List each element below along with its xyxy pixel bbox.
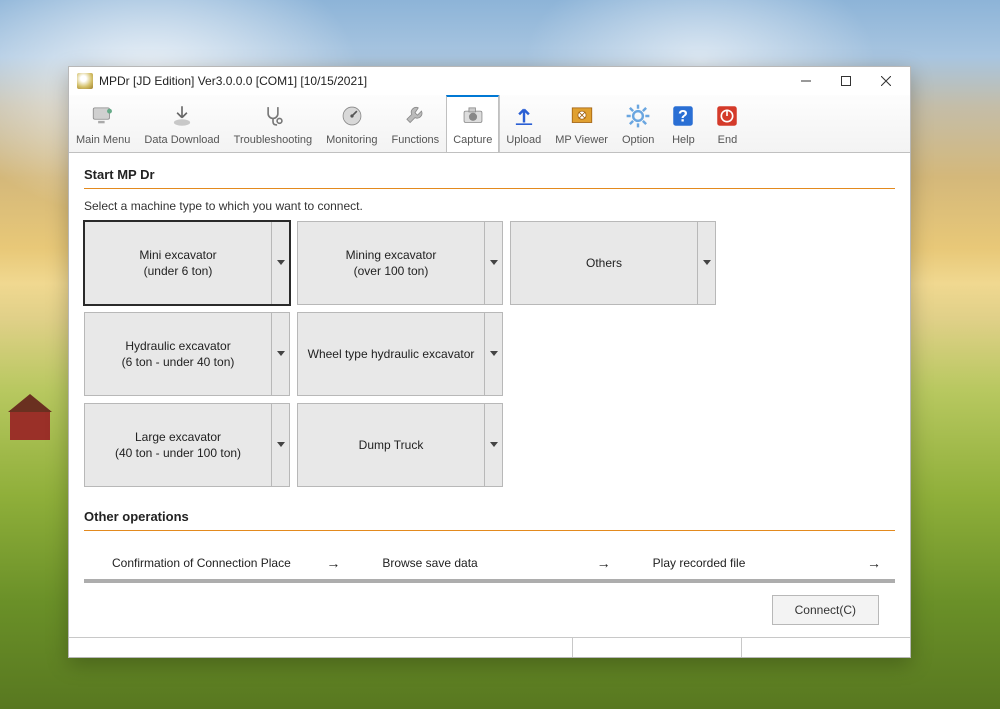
chevron-down-icon bbox=[490, 442, 498, 447]
toolbar-label: Upload bbox=[506, 134, 541, 146]
toolbar-monitoring[interactable]: Monitoring bbox=[319, 95, 384, 152]
status-cell bbox=[69, 638, 572, 657]
machine-type-dropdown[interactable] bbox=[271, 222, 289, 304]
toolbar-label: Option bbox=[622, 134, 654, 146]
divider bbox=[84, 530, 895, 531]
toolbar-upload[interactable]: Upload bbox=[499, 95, 548, 152]
chevron-down-icon bbox=[703, 260, 711, 265]
desktop-background: MPDr [JD Edition] Ver3.0.0.0 [COM1] [10/… bbox=[0, 0, 1000, 709]
gear-icon bbox=[624, 102, 652, 130]
arrow-right-icon: → bbox=[326, 555, 340, 571]
machine-type-label: Mining excavator(over 100 ton) bbox=[298, 222, 484, 304]
machine-type-label: Wheel type hydraulic excavator bbox=[298, 313, 484, 395]
status-cell bbox=[741, 638, 910, 657]
minimize-icon bbox=[801, 76, 811, 86]
operation-label: Browse save data bbox=[382, 556, 477, 570]
gauge-icon bbox=[338, 102, 366, 130]
svg-text:?: ? bbox=[678, 108, 688, 126]
machine-type-dropdown[interactable] bbox=[484, 404, 502, 486]
machine-type-button[interactable]: Wheel type hydraulic excavator bbox=[297, 312, 503, 396]
arrow-right-icon: → bbox=[597, 555, 611, 571]
close-icon bbox=[881, 76, 891, 86]
other-operations-row: Confirmation of Connection Place→Browse … bbox=[84, 547, 895, 581]
toolbar-capture[interactable]: Capture bbox=[446, 95, 499, 152]
toolbar-label: Data Download bbox=[144, 134, 219, 146]
toolbar-main-menu[interactable]: Main Menu bbox=[69, 95, 137, 152]
machine-type-label: Mini excavator(under 6 ton) bbox=[85, 222, 271, 304]
minimize-button[interactable] bbox=[786, 67, 826, 95]
help-icon: ? bbox=[669, 102, 697, 130]
maximize-icon bbox=[841, 76, 851, 86]
desktop-decoration bbox=[10, 410, 50, 440]
toolbar-mp-viewer[interactable]: MP Viewer bbox=[548, 95, 615, 152]
machine-type-button[interactable]: Dump Truck bbox=[297, 403, 503, 487]
machine-type-dropdown[interactable] bbox=[697, 222, 715, 304]
machine-type-button[interactable]: Large excavator(40 ton - under 100 ton) bbox=[84, 403, 290, 487]
chevron-down-icon bbox=[490, 260, 498, 265]
close-button[interactable] bbox=[866, 67, 906, 95]
toolbar: Main Menu Data Download Troubleshooting Mon… bbox=[69, 95, 910, 153]
chevron-down-icon bbox=[277, 442, 285, 447]
toolbar-help[interactable]: ? Help bbox=[661, 95, 705, 152]
toolbar-troubleshooting[interactable]: Troubleshooting bbox=[227, 95, 319, 152]
status-bar bbox=[69, 637, 910, 657]
status-cell bbox=[572, 638, 741, 657]
machine-type-label: Others bbox=[511, 222, 697, 304]
toolbar-option[interactable]: Option bbox=[615, 95, 661, 152]
toolbar-label: Functions bbox=[391, 134, 439, 146]
wrench-icon bbox=[401, 102, 429, 130]
power-icon bbox=[713, 102, 741, 130]
machine-type-label: Dump Truck bbox=[298, 404, 484, 486]
machine-type-dropdown[interactable] bbox=[484, 313, 502, 395]
other-operation-item[interactable]: Browse save data → bbox=[354, 547, 624, 579]
app-icon bbox=[77, 73, 93, 89]
upload-icon bbox=[510, 102, 538, 130]
page-instruction: Select a machine type to which you want … bbox=[84, 199, 895, 213]
other-operation-item[interactable]: Confirmation of Connection Place → bbox=[84, 547, 354, 579]
stethoscope-icon bbox=[259, 102, 287, 130]
toolbar-label: Main Menu bbox=[76, 134, 130, 146]
machine-type-dropdown[interactable] bbox=[484, 222, 502, 304]
operation-label: Confirmation of Connection Place bbox=[112, 556, 291, 570]
operation-label: Play recorded file bbox=[653, 556, 746, 570]
toolbar-functions[interactable]: Functions bbox=[384, 95, 446, 152]
window-title: MPDr [JD Edition] Ver3.0.0.0 [COM1] [10/… bbox=[99, 74, 786, 88]
toolbar-label: Troubleshooting bbox=[234, 134, 312, 146]
viewer-icon bbox=[568, 102, 596, 130]
maximize-button[interactable] bbox=[826, 67, 866, 95]
machine-type-label: Large excavator(40 ton - under 100 ton) bbox=[85, 404, 271, 486]
toolbar-end[interactable]: End bbox=[705, 95, 749, 152]
toolbar-data-download[interactable]: Data Download bbox=[137, 95, 226, 152]
divider bbox=[84, 188, 895, 189]
app-window: MPDr [JD Edition] Ver3.0.0.0 [COM1] [10/… bbox=[68, 66, 911, 658]
chevron-down-icon bbox=[490, 351, 498, 356]
content-area: Start MP Dr Select a machine type to whi… bbox=[69, 153, 910, 637]
machine-type-dropdown[interactable] bbox=[271, 404, 289, 486]
machine-type-button[interactable]: Mini excavator(under 6 ton) bbox=[84, 221, 290, 305]
footer: Connect(C) bbox=[84, 581, 895, 637]
machine-type-button[interactable]: Mining excavator(over 100 ton) bbox=[297, 221, 503, 305]
toolbar-label: End bbox=[718, 134, 738, 146]
monitor-icon bbox=[89, 102, 117, 130]
arrow-right-icon: → bbox=[867, 555, 881, 571]
machine-type-grid: Mini excavator(under 6 ton) Mining excava… bbox=[84, 221, 895, 487]
chevron-down-icon bbox=[277, 260, 285, 265]
other-operations-heading: Other operations bbox=[84, 505, 895, 528]
chevron-down-icon bbox=[277, 351, 285, 356]
page-heading: Start MP Dr bbox=[84, 163, 895, 186]
connect-button[interactable]: Connect(C) bbox=[772, 595, 879, 625]
machine-type-dropdown[interactable] bbox=[271, 313, 289, 395]
machine-type-button[interactable]: Others bbox=[510, 221, 716, 305]
toolbar-label: MP Viewer bbox=[555, 134, 608, 146]
machine-type-label: Hydraulic excavator(6 ton - under 40 ton… bbox=[85, 313, 271, 395]
machine-type-button[interactable]: Hydraulic excavator(6 ton - under 40 ton… bbox=[84, 312, 290, 396]
other-operation-item[interactable]: Play recorded file → bbox=[625, 547, 895, 579]
toolbar-label: Monitoring bbox=[326, 134, 377, 146]
title-bar: MPDr [JD Edition] Ver3.0.0.0 [COM1] [10/… bbox=[69, 67, 910, 95]
toolbar-label: Help bbox=[672, 134, 695, 146]
toolbar-label: Capture bbox=[453, 134, 492, 146]
download-icon bbox=[168, 102, 196, 130]
camera-icon bbox=[459, 102, 487, 130]
